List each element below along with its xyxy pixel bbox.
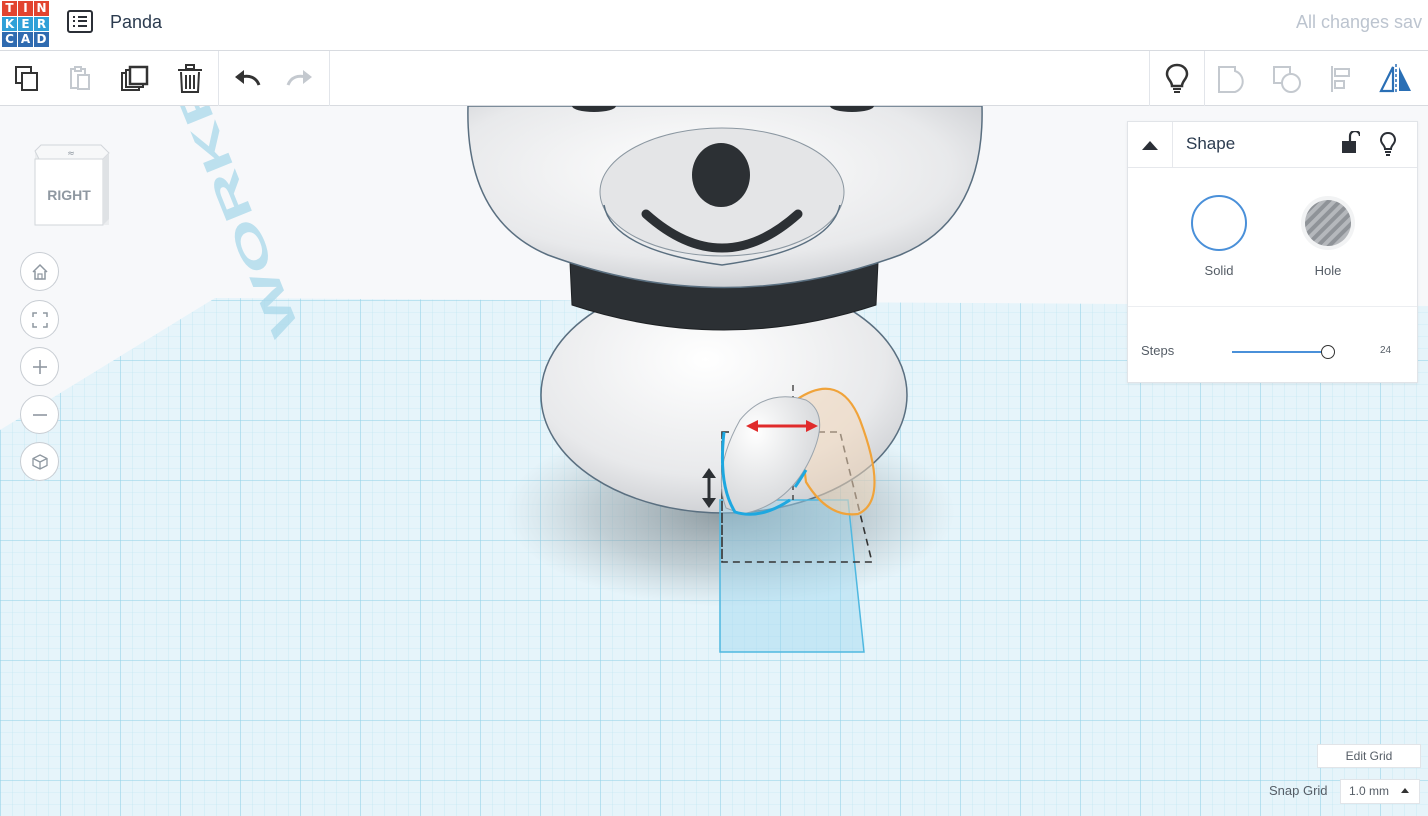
copy-icon [15, 66, 38, 91]
mirror-icon [1379, 64, 1411, 94]
title-bar: T I N K E R C A D Panda All changes sav [0, 0, 1428, 51]
toolbar-separator [329, 51, 330, 106]
caret-up-icon [1142, 140, 1158, 150]
logo-letter: T [2, 1, 17, 16]
logo-letter: E [18, 16, 33, 31]
save-status: All changes sav [1296, 12, 1423, 32]
logo-letter: C [2, 32, 17, 47]
zoom-out-icon [32, 413, 47, 416]
menu-line [73, 20, 87, 23]
unlock-icon [1342, 129, 1362, 153]
toolbar-separator [218, 51, 219, 106]
redo-button[interactable] [280, 59, 320, 99]
toolbar-separator [1204, 51, 1205, 106]
lightbulb-icon [1379, 131, 1397, 156]
view-cube-face-label: RIGHT [47, 187, 91, 203]
logo-letter: A [18, 32, 33, 47]
panel-divider [1128, 306, 1417, 307]
zoom-out-button[interactable] [20, 395, 59, 434]
copy-button[interactable] [7, 59, 47, 99]
logo-letter: D [34, 32, 49, 47]
steps-slider-handle[interactable] [1321, 345, 1335, 359]
snap-grid-value: 1.0 mm [1349, 784, 1390, 798]
mirror-button[interactable] [1376, 59, 1416, 99]
duplicate-icon [121, 65, 149, 91]
hole-swatch [1301, 196, 1355, 250]
notes-button[interactable] [1157, 59, 1197, 99]
selection-footprint [719, 499, 865, 653]
snap-grid-label: Snap Grid [1269, 783, 1328, 798]
solid-label: Solid [1204, 263, 1234, 278]
ungroup-button[interactable] [1267, 59, 1307, 99]
view-cube-top-icon: ≈ [67, 149, 75, 159]
panda-nose[interactable] [692, 143, 750, 207]
toolbar [0, 51, 1428, 106]
logo-letter: R [34, 16, 49, 31]
delete-button[interactable] [170, 59, 210, 99]
tinkercad-logo[interactable]: T I N K E R C A D [2, 1, 52, 48]
steps-value[interactable]: 24 [1380, 345, 1391, 356]
trash-icon [178, 64, 202, 93]
toolbar-separator [1149, 51, 1150, 106]
steps-slider-track[interactable] [1232, 351, 1328, 353]
logo-letter: K [2, 16, 17, 31]
logo-letter: N [34, 1, 49, 16]
edit-grid-button[interactable]: Edit Grid [1317, 744, 1421, 768]
document-title[interactable]: Panda [110, 12, 162, 33]
group-icon [1218, 66, 1244, 93]
redo-icon [286, 70, 312, 86]
group-button[interactable] [1212, 59, 1252, 99]
solid-option[interactable]: Solid [1179, 194, 1259, 278]
shape-panel-header: Shape [1128, 122, 1417, 168]
lightbulb-icon [1165, 63, 1189, 93]
caret-up-icon [1401, 788, 1409, 793]
view-cube[interactable]: ≈ RIGHT [33, 139, 111, 227]
steps-label: Steps [1141, 343, 1175, 358]
undo-button[interactable] [227, 59, 267, 99]
hole-option[interactable]: Hole [1288, 194, 1368, 278]
zoom-in-icon [32, 359, 47, 374]
perspective-toggle-button[interactable] [20, 442, 59, 481]
menu-line [73, 16, 87, 19]
snap-grid-select[interactable]: 1.0 mm [1340, 779, 1420, 804]
lock-button[interactable] [1340, 129, 1362, 160]
fit-view-button[interactable] [20, 300, 59, 339]
panel-collapse-button[interactable] [1128, 122, 1173, 167]
duplicate-button[interactable] [115, 59, 155, 99]
hole-label: Hole [1314, 263, 1342, 278]
solid-swatch [1191, 195, 1247, 251]
design-menu-button[interactable] [67, 10, 93, 33]
undo-icon [235, 70, 261, 86]
logo-letter: I [18, 1, 33, 16]
perspective-icon [31, 453, 48, 470]
shape-panel-title: Shape [1186, 134, 1236, 153]
paste-icon [70, 66, 90, 90]
paste-button[interactable] [60, 59, 100, 99]
align-button[interactable] [1322, 59, 1362, 99]
menu-line [73, 24, 87, 27]
hide-button[interactable] [1379, 131, 1397, 162]
zoom-in-button[interactable] [20, 347, 59, 386]
shape-panel: Shape Solid Hole Steps 24 [1127, 121, 1418, 383]
ungroup-icon [1273, 66, 1301, 93]
align-icon [1331, 66, 1350, 92]
home-icon [31, 263, 48, 280]
home-view-button[interactable] [20, 252, 59, 291]
fit-icon [31, 311, 48, 328]
